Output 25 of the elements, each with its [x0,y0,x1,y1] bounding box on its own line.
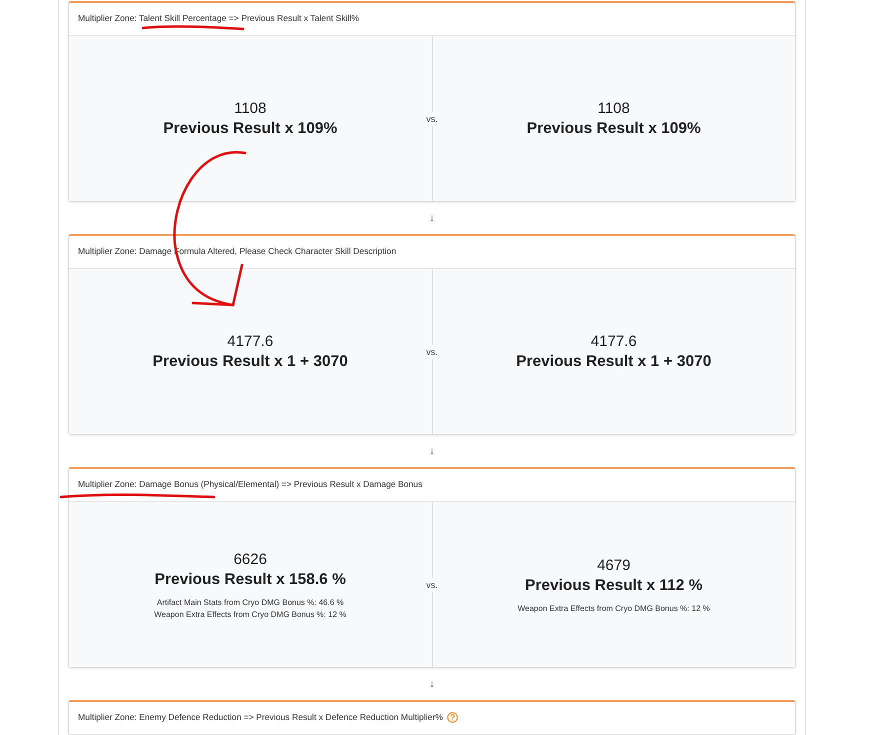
vs-label: vs. [426,344,438,358]
down-arrow: ↓ [430,212,434,224]
result-formula: Previous Result x 112 % [525,576,702,594]
zone-title: Multiplier Zone: Talent Skill Percentage => Previous Result x Talent Skill% [78,13,360,23]
bonus-note: Weapon Extra Effects from Cryo DMG Bonus %: 12 % [154,610,346,618]
vs-label: vs. [426,578,438,592]
bonus-note: Weapon Extra Effects from Cryo DMG Bonus %: 12 % [518,604,710,612]
result-value: 4177.6 [590,332,637,350]
result-value: 4679 [597,556,630,574]
down-arrow: ↓ [430,678,434,690]
zone-title: Multiplier Zone: Enemy Defence Reduction => Previous Result x Defence Reduction Multiplier% [78,712,443,722]
vs-label: vs. [426,112,438,126]
result-value: 6626 [234,550,267,568]
result-value: 4177.6 [227,332,274,350]
bonus-note: Artifact Main Stats from Cryo DMG Bonus %: 46.6 % [156,598,344,606]
result-formula: Previous Result x 109% [163,120,338,138]
result-value: 1108 [598,100,630,116]
result-value: 1108 [234,100,266,116]
result-formula: Previous Result x 109% [526,120,701,138]
result-formula: Previous Result x 158.6 % [154,570,346,588]
zone-title: Multiplier Zone: Damage Bonus (Physical/Elemental) => Previous Result x Damage Bonus [78,479,422,489]
down-arrow: ↓ [430,446,434,456]
help-icon[interactable] [446,712,458,722]
result-formula: Previous Result x 1 + 3070 [152,352,348,370]
result-formula: Previous Result x 1 + 3070 [516,352,712,370]
